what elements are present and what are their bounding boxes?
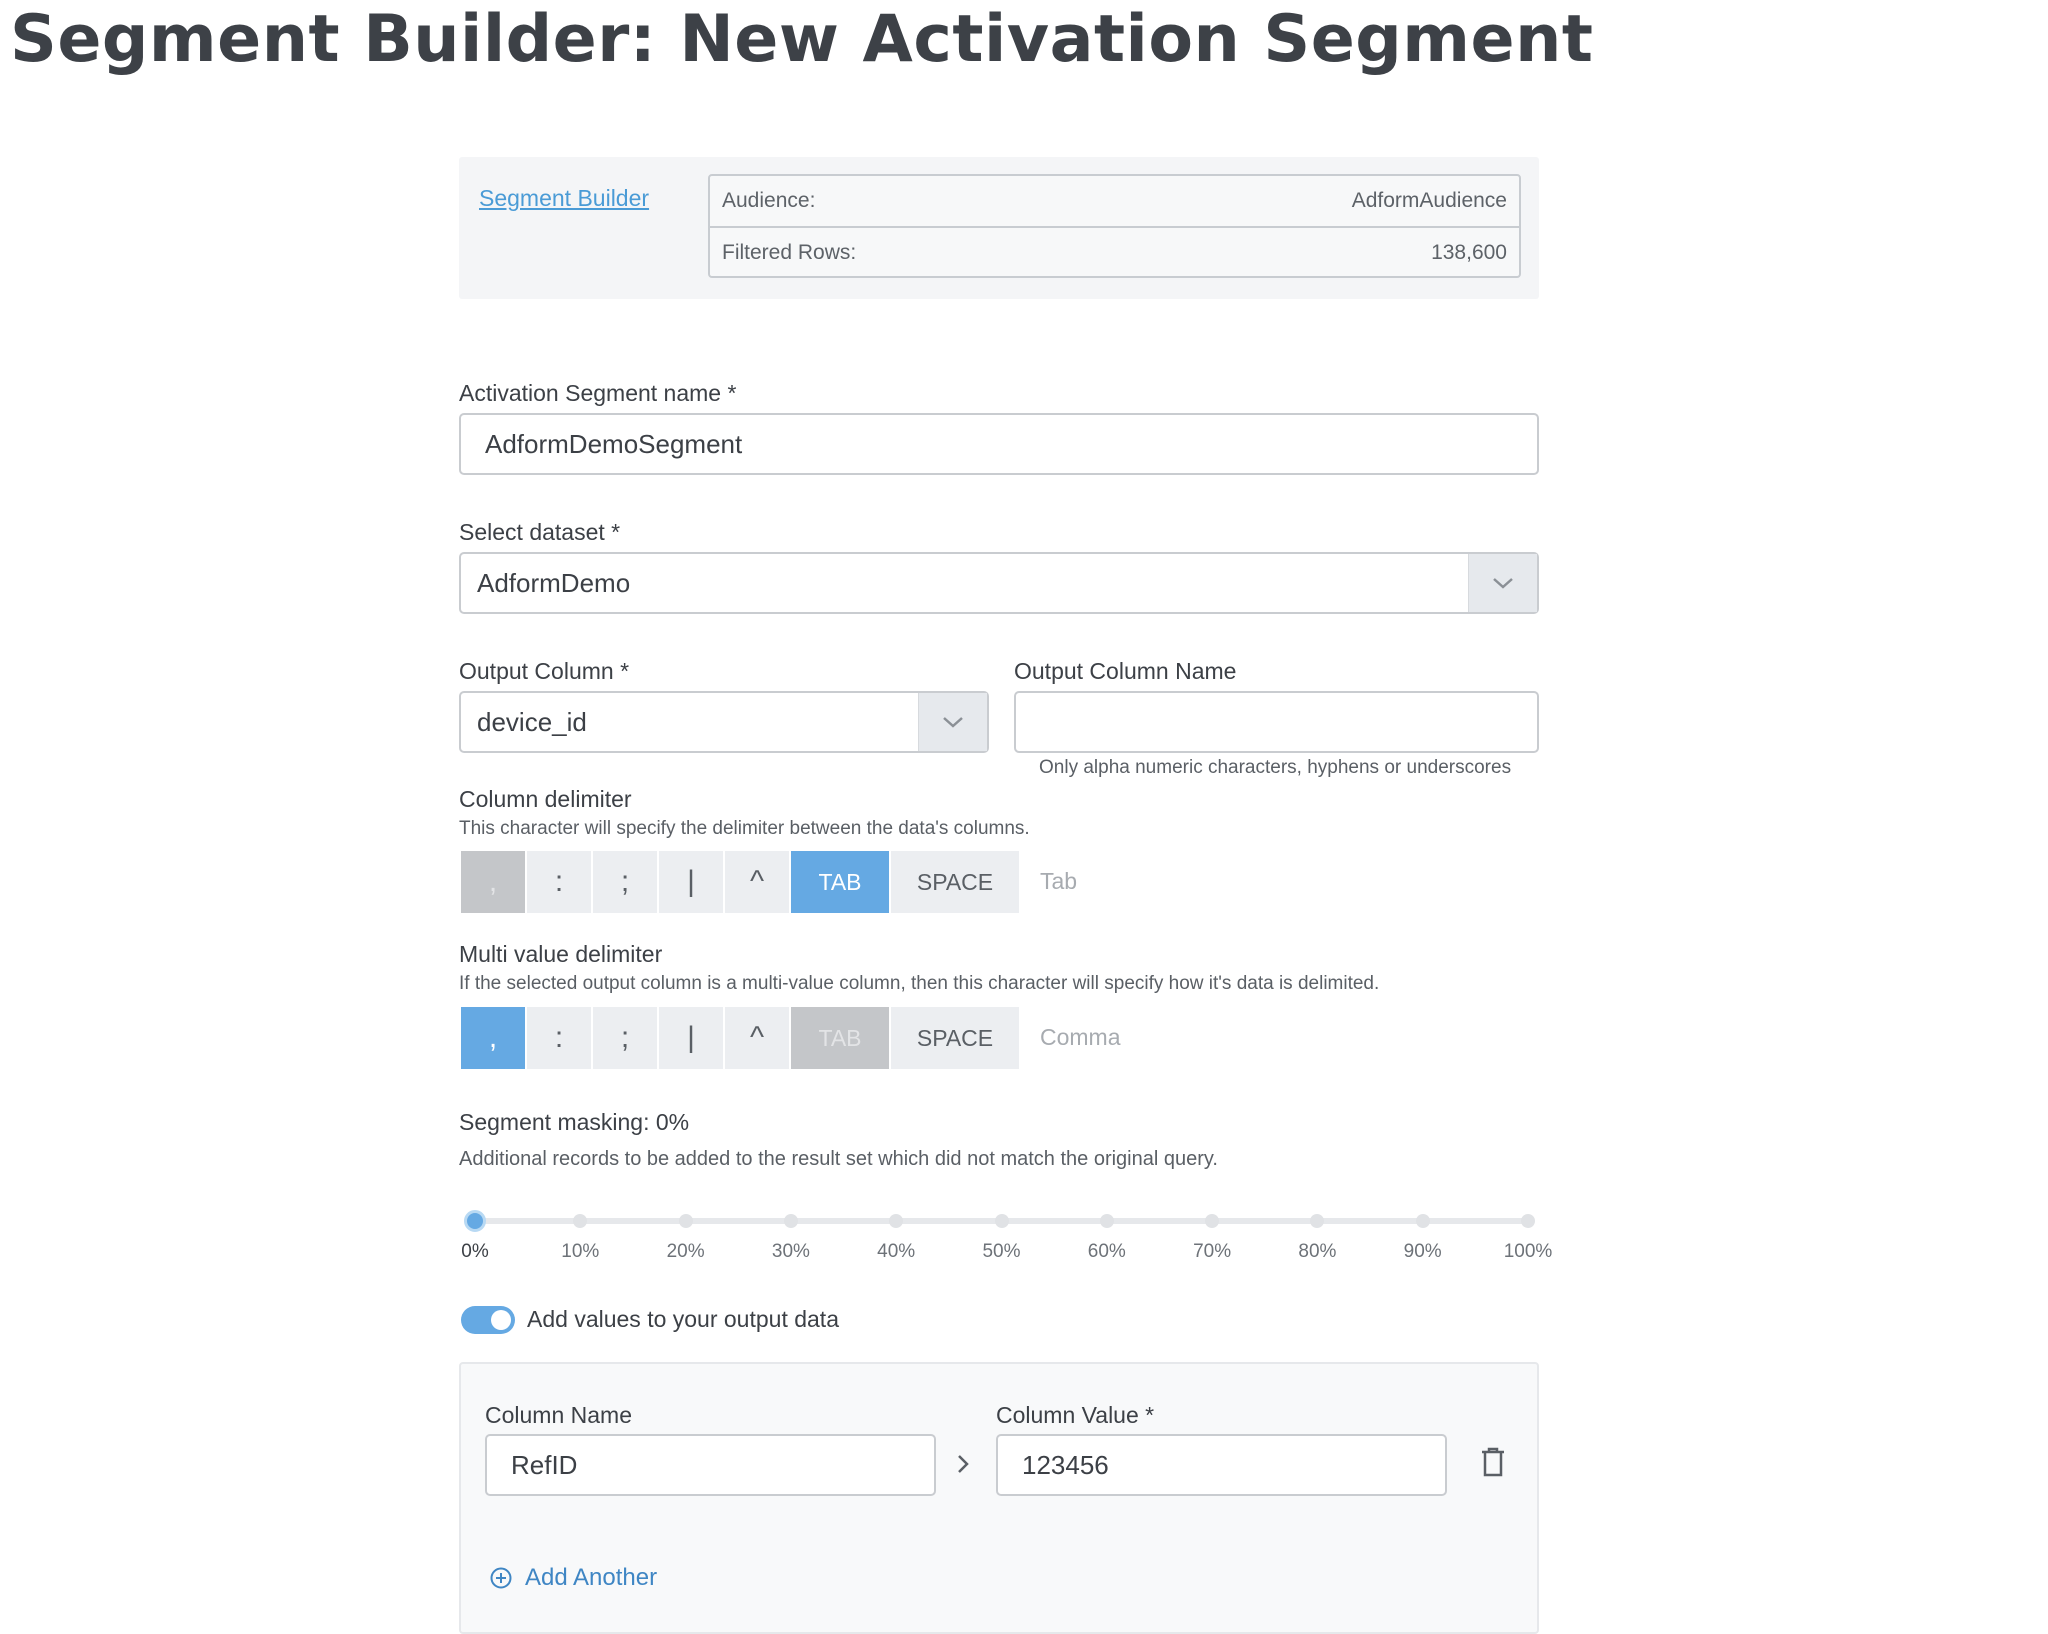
multi-value-delimiter-group: , : ; | ^ TAB SPACE bbox=[461, 1007, 1019, 1069]
audience-label: Audience: bbox=[722, 189, 816, 212]
output-column-name-hint: Only alpha numeric characters, hyphens o… bbox=[1039, 757, 1512, 778]
slider-tick[interactable] bbox=[1205, 1214, 1220, 1228]
column-name-input[interactable]: RefID bbox=[485, 1434, 936, 1496]
output-column-name-input[interactable] bbox=[1014, 691, 1539, 753]
column-delimiter-label: Column delimiter bbox=[459, 786, 632, 812]
add-values-toggle[interactable] bbox=[461, 1306, 515, 1334]
column-value-value: 123456 bbox=[1022, 1449, 1109, 1480]
trash-icon[interactable] bbox=[1480, 1446, 1506, 1478]
col-delim-pipe-button[interactable]: | bbox=[659, 851, 725, 913]
mv-delim-tab-button: TAB bbox=[791, 1007, 891, 1069]
segment-name-label: Activation Segment name * bbox=[459, 380, 737, 406]
output-column-value: device_id bbox=[477, 706, 587, 737]
slider-tick[interactable] bbox=[573, 1214, 588, 1228]
plus-circle-icon bbox=[490, 1567, 512, 1589]
slider-step-label: 40% bbox=[877, 1241, 916, 1262]
slider-tick[interactable] bbox=[994, 1214, 1009, 1228]
mv-delim-comma-button[interactable]: , bbox=[461, 1007, 527, 1069]
multi-value-delimiter-selected-name: Comma bbox=[1040, 1024, 1121, 1050]
dataset-label: Select dataset * bbox=[459, 519, 621, 545]
slider-tick[interactable] bbox=[783, 1214, 798, 1228]
col-delim-colon-button[interactable]: : bbox=[527, 851, 593, 913]
slider-step-label: 60% bbox=[1087, 1241, 1126, 1262]
stats-table: Audience: AdformAudience Filtered Rows: … bbox=[708, 174, 1521, 278]
col-delim-space-button[interactable]: SPACE bbox=[891, 851, 1019, 913]
column-value-input[interactable]: 123456 bbox=[996, 1434, 1447, 1496]
slider-step-label: 0% bbox=[461, 1241, 489, 1262]
mv-delim-caret-button[interactable]: ^ bbox=[725, 1007, 791, 1069]
chevron-right-icon bbox=[958, 1455, 969, 1473]
segment-masking-description: Additional records to be added to the re… bbox=[459, 1148, 1218, 1170]
add-another-label: Add Another bbox=[525, 1564, 658, 1591]
multi-value-delimiter-description: If the selected output column is a multi… bbox=[459, 973, 1380, 994]
audience-value: AdformAudience bbox=[1351, 189, 1507, 212]
col-delim-comma-button: , bbox=[461, 851, 527, 913]
slider-step-label: 30% bbox=[771, 1241, 810, 1262]
filtered-rows-row: Filtered Rows: 138,600 bbox=[710, 226, 1519, 278]
toggle-knob bbox=[491, 1310, 511, 1330]
multi-value-delimiter-label: Multi value delimiter bbox=[459, 941, 663, 967]
slider-tick[interactable] bbox=[889, 1214, 904, 1228]
slider-thumb[interactable] bbox=[464, 1210, 486, 1232]
output-values-panel: Column Name RefID Column Value * 123456 … bbox=[459, 1362, 1539, 1634]
column-delimiter-description: This character will specify the delimite… bbox=[459, 818, 1030, 839]
slider-step-label: 10% bbox=[561, 1241, 600, 1262]
slider-tick[interactable] bbox=[1415, 1214, 1430, 1228]
slider-tick[interactable] bbox=[678, 1214, 693, 1228]
output-column-name-label: Output Column Name bbox=[1014, 658, 1237, 684]
segment-name-input[interactable]: AdformDemoSegment bbox=[459, 413, 1539, 475]
filtered-rows-label: Filtered Rows: bbox=[722, 241, 857, 264]
mv-delim-pipe-button[interactable]: | bbox=[659, 1007, 725, 1069]
column-delimiter-group: , : ; | ^ TAB SPACE bbox=[461, 851, 1019, 913]
mv-delim-space-button[interactable]: SPACE bbox=[891, 1007, 1019, 1069]
filtered-rows-value: 138,600 bbox=[1431, 241, 1507, 264]
column-name-value: RefID bbox=[511, 1449, 578, 1480]
dataset-select[interactable]: AdformDemo bbox=[459, 552, 1539, 614]
segment-builder-link[interactable]: Segment Builder bbox=[479, 185, 649, 212]
column-delimiter-selected-name: Tab bbox=[1040, 868, 1078, 894]
slider-tick[interactable] bbox=[1521, 1214, 1535, 1228]
chevron-down-icon[interactable] bbox=[1468, 554, 1537, 612]
segment-masking-label: Segment masking: 0% bbox=[459, 1109, 690, 1135]
slider-step-label: 100% bbox=[1503, 1241, 1553, 1262]
segment-masking-slider[interactable]: 0% 10% 20% 30% 40% 50% 60% 70% 80% 90% 100% bbox=[459, 1205, 1552, 1265]
segment-name-value: AdformDemoSegment bbox=[485, 428, 743, 459]
slider-step-label: 50% bbox=[982, 1241, 1021, 1262]
output-column-select[interactable]: device_id bbox=[459, 691, 989, 753]
page-title: Segment Builder: New Activation Segment bbox=[10, 2, 1594, 77]
col-delim-tab-button[interactable]: TAB bbox=[791, 851, 891, 913]
col-delim-caret-button[interactable]: ^ bbox=[725, 851, 791, 913]
add-values-label: Add values to your output data bbox=[527, 1306, 839, 1332]
slider-step-label: 70% bbox=[1193, 1241, 1232, 1262]
slider-step-label: 80% bbox=[1298, 1241, 1337, 1262]
mv-delim-semicolon-button[interactable]: ; bbox=[593, 1007, 659, 1069]
slider-step-label: 90% bbox=[1403, 1241, 1442, 1262]
slider-tick[interactable] bbox=[1310, 1214, 1325, 1228]
dataset-value: AdformDemo bbox=[477, 567, 631, 598]
column-value-label: Column Value * bbox=[996, 1402, 1155, 1428]
audience-row: Audience: AdformAudience bbox=[710, 176, 1519, 226]
column-name-label: Column Name bbox=[485, 1402, 632, 1428]
col-delim-semicolon-button[interactable]: ; bbox=[593, 851, 659, 913]
slider-tick[interactable] bbox=[1099, 1214, 1114, 1228]
chevron-down-icon[interactable] bbox=[918, 693, 987, 751]
mv-delim-colon-button[interactable]: : bbox=[527, 1007, 593, 1069]
add-another-button[interactable]: Add Another bbox=[489, 1564, 657, 1592]
segment-summary: Segment Builder Audience: AdformAudience… bbox=[459, 157, 1539, 299]
slider-step-label: 20% bbox=[666, 1241, 705, 1262]
output-column-label: Output Column * bbox=[459, 658, 630, 684]
